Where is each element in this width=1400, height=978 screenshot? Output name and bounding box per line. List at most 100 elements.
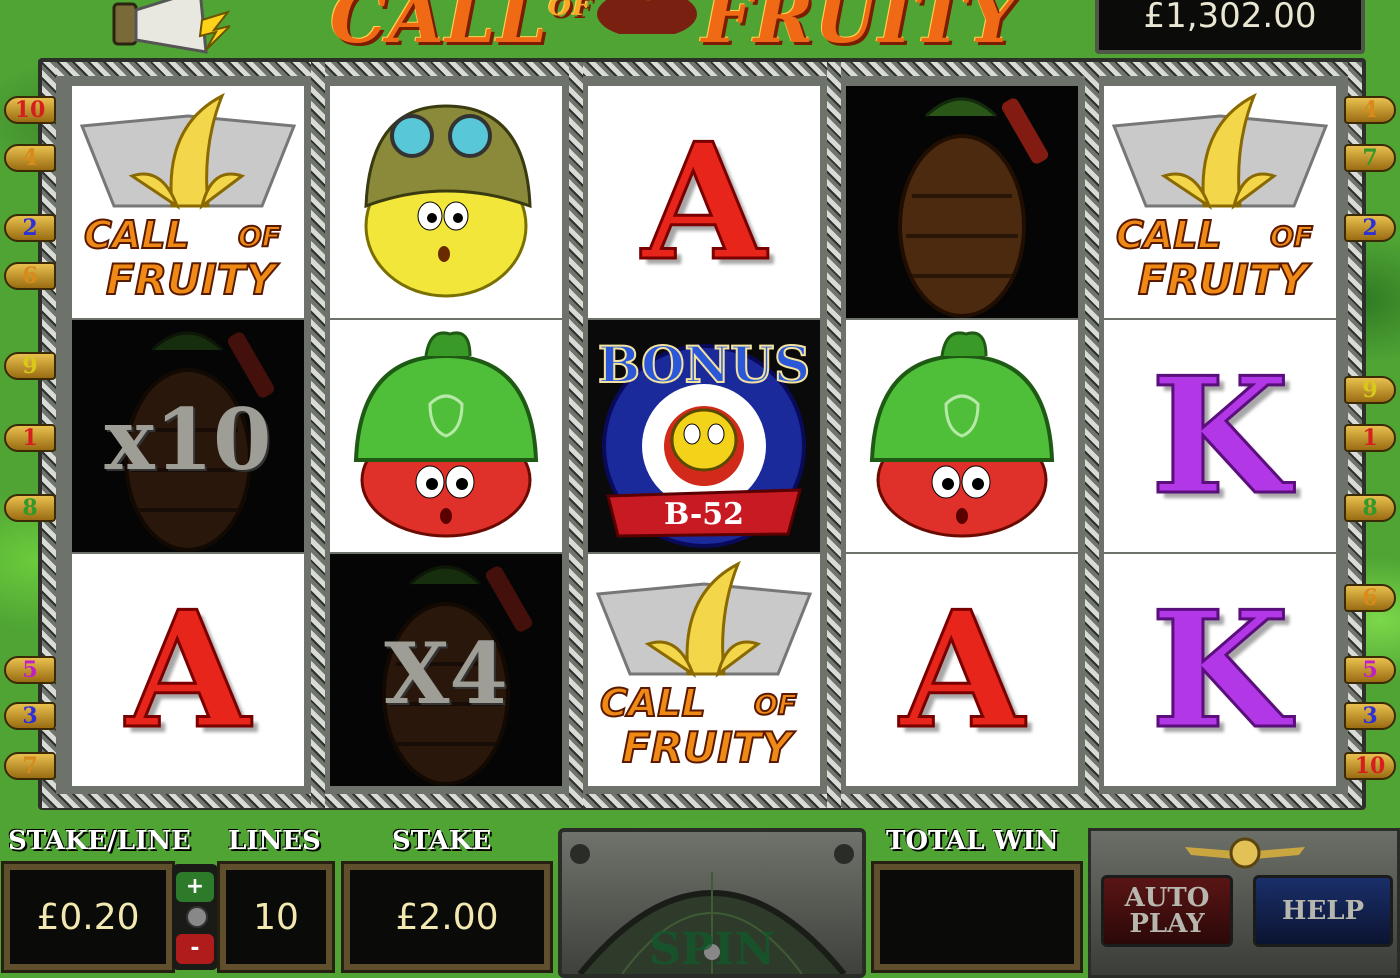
wings-emblem-icon	[1185, 837, 1305, 869]
letter-k-symbol: K	[1149, 342, 1291, 530]
reel-5-symbol-2: K	[1104, 320, 1336, 552]
letter-a-symbol: A	[124, 576, 251, 764]
help-label: HELP	[1281, 896, 1365, 926]
wire-bottom	[42, 794, 1362, 808]
reel-2-symbol-2	[330, 320, 562, 552]
spin-label: SPIN	[649, 924, 775, 975]
wild-text-fruity: FRUITY	[106, 255, 279, 304]
reel-1-symbol-1: CALL OF FRUITY	[72, 86, 304, 318]
payline-right-10[interactable]: 10	[1344, 752, 1396, 780]
wild-text-call: CALL	[84, 213, 190, 257]
stepper-knob-icon	[186, 906, 208, 928]
payline-left-7[interactable]: 8	[4, 494, 56, 522]
call-of-fruity-wild-icon: CALL OF FRUITY	[595, 560, 813, 773]
reel-5-symbol-1: CALL OF FRUITY	[1104, 86, 1336, 318]
stake-display: £2.00	[344, 864, 550, 970]
payline-left-10[interactable]: 7	[4, 752, 56, 780]
game-header: CALLOF FRUITY £1,302.00	[0, 0, 1400, 60]
letter-a-symbol: A	[898, 576, 1025, 764]
letter-k-symbol: K	[1149, 576, 1291, 764]
reel-4-symbol-3: A	[846, 554, 1078, 786]
stake-label: STAKE	[392, 826, 492, 856]
payline-right-7[interactable]: 6	[1344, 584, 1396, 612]
wild-text-of: OF	[238, 220, 281, 253]
stake-line-value: £0.20	[36, 896, 140, 938]
auto-play-button[interactable]: AUTO PLAY	[1101, 875, 1233, 947]
wild-text-fruity: FRUITY	[1138, 255, 1311, 304]
credit-display: £1,302.00	[1095, 0, 1365, 54]
payline-right-9[interactable]: 3	[1344, 702, 1396, 730]
wild-text-call: CALL	[600, 681, 706, 725]
reel-5-symbol-3: K	[1104, 554, 1336, 786]
lines-display[interactable]: 10	[220, 864, 332, 970]
wild-text-of: OF	[1270, 220, 1313, 253]
call-of-fruity-wild-icon: CALL OF FRUITY	[1111, 92, 1329, 305]
credit-value: £1,302.00	[1143, 0, 1317, 36]
wild-text-of: OF	[754, 688, 797, 721]
bonus-b52-icon: BONUS B-52	[588, 320, 820, 552]
lines-value: 10	[253, 896, 299, 938]
help-button[interactable]: HELP	[1253, 875, 1393, 947]
payline-right-1[interactable]: 4	[1344, 96, 1396, 124]
reel-3-symbol-1: A	[588, 86, 820, 318]
payline-left-9[interactable]: 3	[4, 702, 56, 730]
total-win-label: TOTAL WIN	[886, 826, 1059, 856]
wire-divider-1	[311, 62, 325, 808]
title-of: OF	[548, 0, 592, 22]
wild-text-fruity: FRUITY	[622, 723, 795, 772]
stake-decrease-button[interactable]: -	[176, 934, 214, 964]
stake-increase-button[interactable]: +	[176, 872, 214, 902]
payline-right-2[interactable]: 7	[1344, 144, 1396, 172]
pineapple-grenade-icon	[898, 97, 1049, 318]
payline-left-1[interactable]: 10	[4, 96, 56, 124]
title-fruity: FRUITY	[701, 0, 1020, 59]
wire-divider-4	[1085, 62, 1099, 808]
bonus-ribbon-text: B-52	[664, 497, 744, 532]
reel-4-symbol-1	[846, 86, 1078, 318]
reel-2-symbol-3: X4	[330, 554, 562, 786]
multiplier-label: x10	[104, 390, 272, 489]
wire-divider-3	[827, 62, 841, 808]
payline-right-6[interactable]: 8	[1344, 494, 1396, 522]
wire-divider-2	[569, 62, 583, 808]
auto-play-label-1: AUTO	[1124, 883, 1210, 913]
reel-1-symbol-2: x10	[72, 320, 304, 552]
spin-button[interactable]: SPIN	[558, 828, 866, 978]
payline-right-3[interactable]: 2	[1344, 214, 1396, 242]
strawberry-soldier-icon	[353, 331, 539, 538]
control-panel: AUTO PLAY HELP	[1088, 828, 1400, 978]
payline-left-5[interactable]: 9	[4, 352, 56, 380]
stake-value: £2.00	[395, 896, 499, 938]
reel-3-symbol-2: BONUS B-52	[588, 320, 820, 552]
stake-line-stepper: + -	[172, 864, 218, 970]
megaphone-icon	[112, 0, 230, 54]
reel-1-symbol-3: A	[72, 554, 304, 786]
payline-right-8[interactable]: 5	[1344, 656, 1396, 684]
game-title: CALLOF FRUITY	[330, 0, 1020, 59]
lines-label: LINES	[228, 826, 321, 856]
minus-icon: -	[190, 936, 200, 961]
wild-text-call: CALL	[1116, 213, 1222, 257]
call-of-fruity-wild-icon: CALL OF FRUITY	[79, 92, 297, 305]
lemon-soldier-icon	[364, 104, 532, 298]
bonus-title: BONUS	[598, 335, 810, 394]
stake-line-label: STAKE/LINE	[8, 826, 191, 856]
payline-left-6[interactable]: 1	[4, 424, 56, 452]
reel-3-symbol-3: CALL OF FRUITY	[588, 554, 820, 786]
total-win-display	[874, 864, 1080, 970]
plus-icon: +	[185, 874, 205, 899]
reel-2-symbol-1	[330, 86, 562, 318]
payline-left-8[interactable]: 5	[4, 656, 56, 684]
payline-left-4[interactable]: 6	[4, 262, 56, 290]
reel-4-symbol-2	[846, 320, 1078, 552]
payline-left-3[interactable]: 2	[4, 214, 56, 242]
payline-right-5[interactable]: 1	[1344, 424, 1396, 452]
letter-a-symbol: A	[640, 108, 767, 296]
strawberry-soldier-icon	[869, 331, 1055, 538]
payline-left-2[interactable]: 4	[4, 144, 56, 172]
banana-emblem-icon	[596, 0, 697, 34]
auto-play-label-2: PLAY	[1129, 909, 1205, 939]
title-call: CALL	[330, 0, 549, 59]
payline-right-4[interactable]: 9	[1344, 376, 1396, 404]
wire-top	[42, 62, 1362, 76]
